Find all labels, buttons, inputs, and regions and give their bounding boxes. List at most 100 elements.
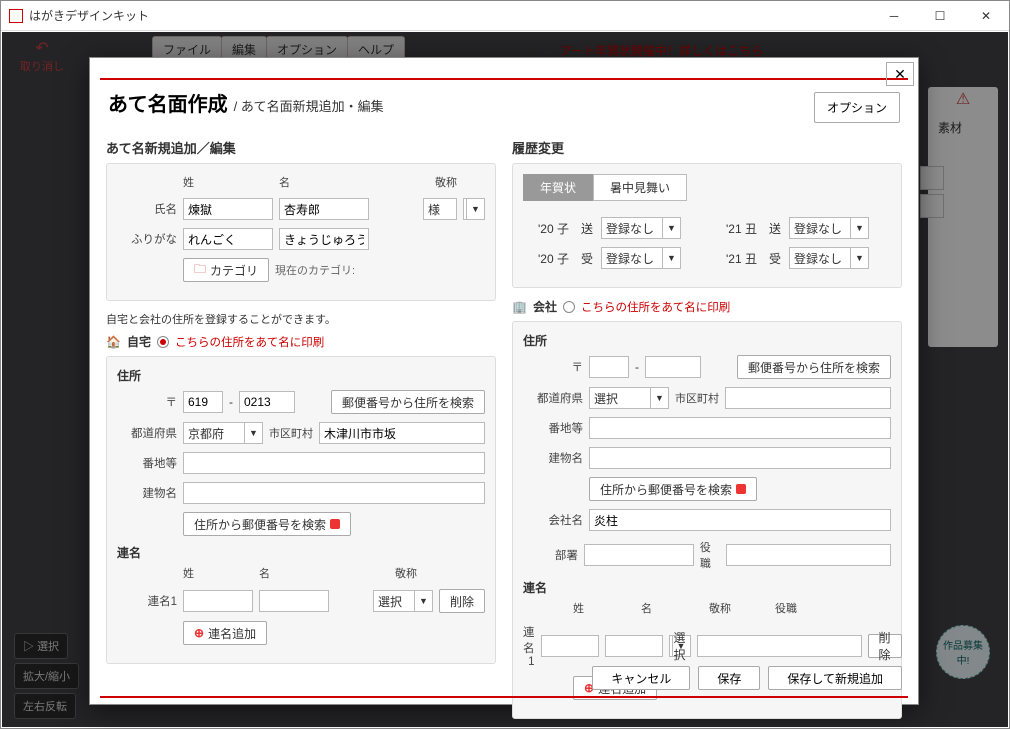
category-button[interactable]: 🗀カテゴリ: [183, 258, 269, 282]
label-pref: 都道府県: [117, 425, 177, 441]
modal-close-button[interactable]: ✕: [886, 62, 914, 86]
section-home: 自宅: [127, 333, 151, 350]
c-label-dept: 部署: [523, 547, 578, 563]
c-label-renmei1: 連名1: [523, 624, 535, 668]
label-city: 市区町村: [269, 425, 313, 441]
hist-21-recv: '21 丑 受: [711, 250, 781, 267]
input-zip2[interactable]: [239, 391, 295, 413]
home-addr-header: 住所: [117, 369, 141, 383]
label-r-sei: 姓: [183, 565, 253, 581]
input-renmei-mei[interactable]: [259, 590, 329, 612]
select-20r[interactable]: 登録なし▼: [601, 247, 681, 269]
company-addr-header: 住所: [523, 334, 547, 348]
c-input-renmei-post[interactable]: [697, 635, 862, 657]
c-input-company[interactable]: [589, 509, 891, 531]
hist-20-send: '20 子 送: [523, 220, 593, 237]
cancel-button[interactable]: キャンセル: [592, 666, 690, 690]
radio-home-label: こちらの住所をあて名に印刷: [175, 334, 324, 350]
c-input-renmei-sei[interactable]: [541, 635, 599, 657]
modal-option-button[interactable]: オプション: [814, 92, 900, 123]
label-r-keisho: 敬称: [395, 565, 485, 581]
c-addr-to-zip-button[interactable]: 住所から郵便番号を検索: [589, 477, 757, 501]
addressee-modal: ✕ あて名面作成 / あて名面新規追加・編集 オプション あて名新規追加／編集 …: [89, 57, 919, 705]
radio-company[interactable]: [563, 301, 575, 313]
address-note: 自宅と会社の住所を登録することができます。: [106, 311, 496, 327]
c-input-city[interactable]: [725, 387, 891, 409]
c-label-r-keisho: 敬称: [709, 600, 769, 616]
input-mei[interactable]: [279, 198, 369, 220]
select-keisho[interactable]: 様: [423, 198, 457, 220]
c-label-r-sei: 姓: [573, 600, 635, 616]
addr-to-zip-button[interactable]: 住所から郵便番号を検索: [183, 512, 351, 536]
select-keisho-arrow[interactable]: ▼: [463, 198, 485, 220]
minimize-button[interactable]: ─: [871, 1, 917, 31]
select-21s[interactable]: 登録なし▼: [789, 217, 869, 239]
c-label-banchi: 番地等: [523, 420, 583, 436]
input-furi-sei[interactable]: [183, 228, 273, 250]
label-tatemono: 建物名: [117, 485, 177, 501]
c-label-post: 役職: [700, 539, 720, 571]
home-icon: 🏠: [106, 335, 121, 349]
zip-search-button[interactable]: 郵便番号から住所を検索: [331, 390, 485, 414]
c-select-pref[interactable]: 選択▼: [589, 387, 669, 409]
tab-nenga[interactable]: 年賀状: [523, 174, 593, 201]
label-banchi: 番地等: [117, 455, 177, 471]
home-renmei-header: 連名: [117, 546, 141, 560]
select-pref[interactable]: 京都府▼: [183, 422, 263, 444]
modal-title: あて名面作成: [108, 88, 228, 117]
input-tatemono[interactable]: [183, 482, 485, 504]
app-icon: [9, 9, 23, 23]
c-label-pref: 都道府県: [523, 390, 583, 406]
label-furigana: ふりがな: [117, 231, 177, 247]
c-input-zip1[interactable]: [589, 356, 629, 378]
section-history-header: 履歴変更: [512, 138, 902, 157]
c-label-tatemono: 建物名: [523, 450, 583, 466]
label-postal: 〒: [117, 394, 177, 410]
c-select-renmei-keisho[interactable]: 選択▼: [669, 635, 691, 657]
c-input-zip2[interactable]: [645, 356, 701, 378]
add-renmei-button[interactable]: ⊕連名追加: [183, 621, 267, 645]
section-name-header: あて名新規追加／編集: [106, 138, 496, 157]
current-category: 現在のカテゴリ:: [275, 262, 355, 278]
hist-21-send: '21 丑 送: [711, 220, 781, 237]
c-label-company: 会社名: [523, 512, 583, 528]
close-window-button[interactable]: ✕: [963, 1, 1009, 31]
modal-subtitle: / あて名面新規追加・編集: [234, 96, 384, 115]
c-input-renmei-mei[interactable]: [605, 635, 663, 657]
input-zip1[interactable]: [183, 391, 223, 413]
input-renmei-sei[interactable]: [183, 590, 253, 612]
c-zip-search-button[interactable]: 郵便番号から住所を検索: [737, 355, 891, 379]
section-company: 会社: [533, 298, 557, 315]
label-keisho: 敬称: [435, 174, 485, 190]
radio-home[interactable]: [157, 336, 169, 348]
label-sei: 姓: [183, 174, 273, 190]
save-button[interactable]: 保存: [698, 666, 760, 690]
select-renmei-keisho[interactable]: 選択▼: [373, 590, 433, 612]
c-label-city: 市区町村: [675, 390, 719, 406]
window-title: はがきデザインキット: [29, 7, 871, 24]
label-shimei: 氏名: [117, 201, 177, 217]
maximize-button[interactable]: ☐: [917, 1, 963, 31]
c-input-tatemono[interactable]: [589, 447, 891, 469]
select-20s[interactable]: 登録なし▼: [601, 217, 681, 239]
c-input-post[interactable]: [726, 544, 891, 566]
delete-renmei-button[interactable]: 削除: [439, 589, 485, 613]
company-icon: 🏢: [512, 300, 527, 314]
label-mei: 名: [279, 174, 369, 190]
c-label-r-post: 役職: [775, 600, 797, 616]
c-label-postal: 〒: [523, 359, 583, 375]
c-input-banchi[interactable]: [589, 417, 891, 439]
select-21r[interactable]: 登録なし▼: [789, 247, 869, 269]
input-sei[interactable]: [183, 198, 273, 220]
label-r-mei: 名: [259, 565, 329, 581]
c-renmei-header: 連名: [523, 581, 547, 595]
input-banchi[interactable]: [183, 452, 485, 474]
input-city[interactable]: [319, 422, 485, 444]
c-label-r-mei: 名: [641, 600, 703, 616]
tab-shochu[interactable]: 暑中見舞い: [593, 174, 687, 201]
input-furi-mei[interactable]: [279, 228, 369, 250]
c-delete-renmei-button[interactable]: 削除: [868, 634, 902, 658]
c-input-dept[interactable]: [584, 544, 694, 566]
save-new-button[interactable]: 保存して新規追加: [768, 666, 902, 690]
radio-company-label: こちらの住所をあて名に印刷: [581, 299, 730, 315]
